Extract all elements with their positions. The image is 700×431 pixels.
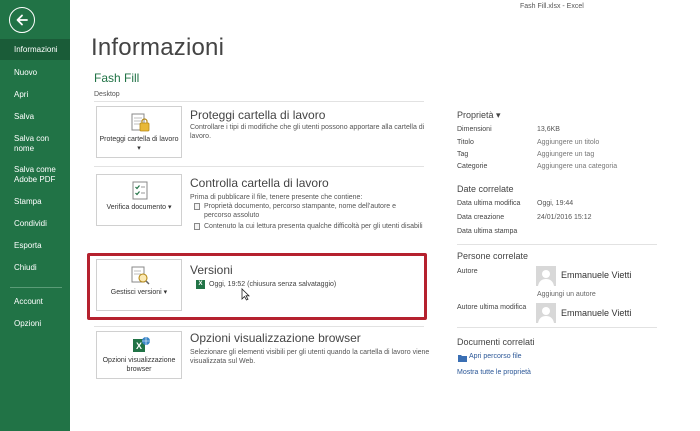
properties-dropdown[interactable]: Proprietà ▾: [457, 110, 501, 121]
sidebar-divider: [10, 287, 62, 288]
inspect-title: Controlla cartella di lavoro: [190, 176, 329, 190]
inspect-bullet-2: Contenuto la cui lettura presenta qualch…: [204, 223, 423, 230]
nav-esporta[interactable]: Esporta: [0, 241, 70, 251]
divider: [457, 244, 657, 245]
mouse-cursor-icon: [241, 288, 250, 301]
arrow-left-icon: [16, 14, 28, 26]
related-documents-header: Documenti correlati: [457, 337, 535, 347]
person-icon: [538, 270, 554, 286]
person-icon: [538, 307, 554, 323]
inspect-bullet-1: Proprietà documento, percorso stampante,…: [204, 203, 397, 219]
property-label-size: Dimensioni: [457, 126, 492, 133]
nav-salva[interactable]: Salva: [0, 112, 70, 122]
divider: [94, 326, 424, 327]
protect-workbook-button[interactable]: Proteggi cartella di lavoro ▾: [96, 106, 182, 158]
date-value-modified: Oggi, 19:44: [537, 200, 574, 207]
nav-account[interactable]: Account: [0, 297, 70, 307]
inspect-document-button[interactable]: Verifica documento ▾: [96, 174, 182, 226]
divider: [457, 327, 657, 328]
avatar: [536, 266, 556, 286]
nav-chiudi[interactable]: Chiudi: [0, 263, 70, 273]
excel-file-icon: X: [196, 280, 205, 289]
related-people-header: Persone correlate: [457, 251, 529, 261]
date-value-created: 24/01/2016 15:12: [537, 214, 592, 221]
add-author-link[interactable]: Aggiungi un autore: [537, 291, 596, 298]
property-value-size: 13,6KB: [537, 126, 560, 133]
nav-opzioni[interactable]: Opzioni: [0, 319, 70, 329]
date-label-modified: Data ultima modifica: [457, 200, 521, 207]
author-label: Autore: [457, 268, 478, 275]
protect-workbook-label: Proteggi cartella di lavoro ▾: [99, 136, 179, 152]
nav-nuovo[interactable]: Nuovo: [0, 68, 70, 78]
nav-apri[interactable]: Apri: [0, 90, 70, 100]
inspect-description: Prima di pubblicare il file, tenere pres…: [190, 194, 363, 201]
protect-title: Proteggi cartella di lavoro: [190, 108, 326, 122]
folder-icon: [458, 355, 467, 362]
last-modified-by-label: Autore ultima modifica: [457, 304, 527, 311]
version-entry-label: Oggi, 19:52 (chiusura senza salvataggio): [209, 281, 337, 288]
show-all-properties-link[interactable]: Mostra tutte le proprietà: [457, 369, 531, 376]
file-location: Desktop: [94, 91, 120, 98]
author-name[interactable]: Emmanuele Vietti: [561, 270, 631, 280]
browser-options-title: Opzioni visualizzazione browser: [190, 331, 361, 345]
page-title: Informazioni: [91, 34, 225, 61]
property-label-tag: Tag: [457, 151, 469, 158]
checklist-icon: [132, 181, 148, 200]
file-name: Fash Fill: [94, 71, 140, 85]
nav-condividi[interactable]: Condividi: [0, 219, 70, 229]
back-button[interactable]: [9, 7, 35, 33]
nav-salva-adobe-pdf[interactable]: Salva come Adobe PDF: [0, 165, 60, 185]
version-entry[interactable]: X Oggi, 19:52 (chiusura senza salvataggi…: [196, 280, 336, 289]
title-field[interactable]: Aggiungere un titolo: [537, 139, 599, 146]
versions-magnifier-icon: [131, 266, 150, 285]
svg-text:X: X: [136, 341, 142, 351]
last-modified-by-name[interactable]: Emmanuele Vietti: [561, 308, 631, 318]
manage-versions-label: Gestisci versioni ▾: [110, 289, 168, 296]
date-label-printed: Data ultima stampa: [457, 228, 518, 235]
lock-document-icon: [131, 113, 150, 132]
excel-web-icon: X: [133, 337, 150, 352]
tag-field[interactable]: Aggiungere un tag: [537, 151, 594, 158]
divider: [94, 166, 424, 167]
nav-salva-con-nome[interactable]: Salva con nome: [0, 134, 56, 154]
bullet-icon: [194, 203, 200, 210]
date-label-created: Data creazione: [457, 214, 505, 221]
related-dates-header: Date correlate: [457, 184, 514, 194]
avatar: [536, 303, 556, 323]
property-label-title: Titolo: [457, 139, 474, 146]
categories-field[interactable]: Aggiungere una categoria: [537, 163, 617, 170]
browser-view-options-label: Opzioni visualizzazione browser: [102, 357, 176, 373]
manage-versions-button[interactable]: Gestisci versioni ▾: [96, 259, 182, 311]
versions-title: Versioni: [190, 263, 233, 277]
browser-view-options-button[interactable]: X Opzioni visualizzazione browser: [96, 331, 182, 379]
browser-options-description: Selezionare gli elementi visibili per gl…: [190, 349, 430, 365]
divider: [94, 101, 424, 102]
bullet-icon: [194, 223, 200, 230]
protect-description: Controllare i tipi di modifiche che gli …: [190, 124, 425, 140]
property-label-categories: Categorie: [457, 163, 488, 170]
nav-stampa[interactable]: Stampa: [0, 197, 70, 207]
inspect-document-label: Verifica documento ▾: [106, 204, 172, 211]
open-file-location-link[interactable]: Apri percorso file: [469, 353, 522, 360]
nav-informazioni[interactable]: Informazioni: [0, 39, 70, 60]
backstage-sidebar: Informazioni Nuovo Apri Salva Salva con …: [0, 0, 70, 431]
window-title: Fash Fill.xlsx - Excel: [520, 3, 584, 10]
